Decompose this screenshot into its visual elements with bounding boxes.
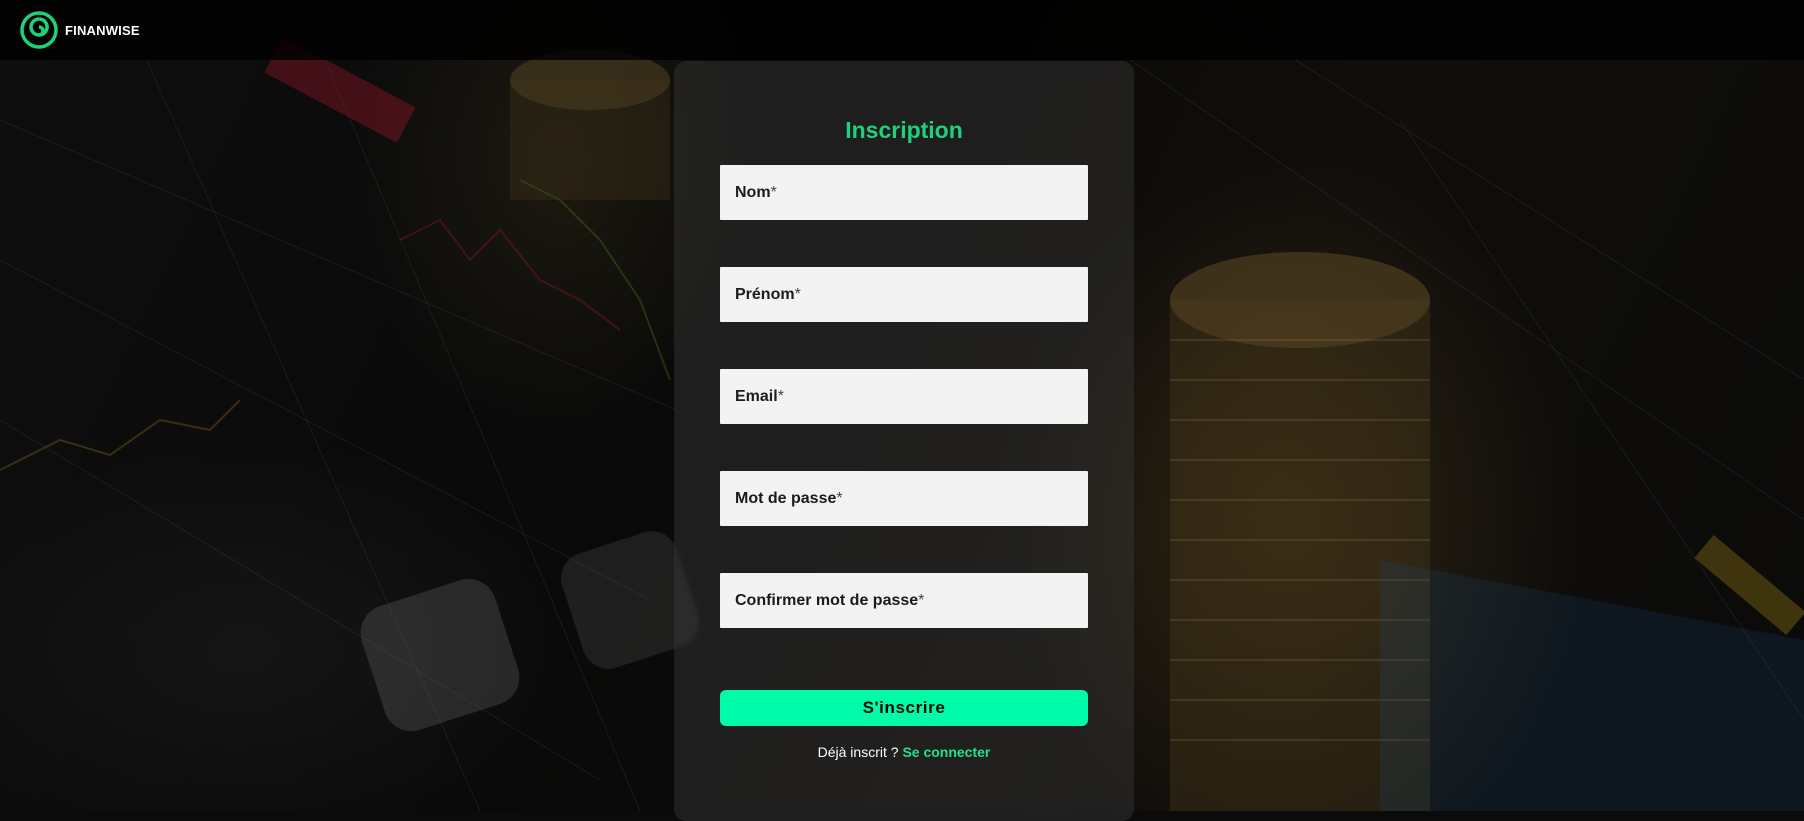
required-mark: *: [777, 387, 784, 405]
password-input[interactable]: Mot de passe*: [720, 471, 1088, 526]
login-prompt-line: Déjà inscrit ? Se connecter: [674, 744, 1134, 760]
login-link[interactable]: Se connecter: [902, 744, 990, 760]
signup-button[interactable]: S'inscrire: [720, 690, 1088, 726]
required-mark: *: [794, 285, 801, 303]
top-bar: FINANWISE: [0, 0, 1804, 60]
required-mark: *: [770, 183, 777, 201]
signup-card: Inscription Nom* Prénom* Email* Mot de p…: [674, 61, 1134, 821]
nom-input[interactable]: Nom*: [720, 165, 1088, 220]
confirm-password-input[interactable]: Confirmer mot de passe*: [720, 573, 1088, 628]
prenom-label: Prénom*: [735, 285, 801, 303]
finanwise-logo-icon: [20, 11, 58, 49]
email-input[interactable]: Email*: [720, 369, 1088, 424]
brand[interactable]: FINANWISE: [19, 10, 140, 50]
nom-label: Nom*: [735, 183, 777, 201]
prenom-input[interactable]: Prénom*: [720, 267, 1088, 322]
form-title: Inscription: [845, 117, 963, 143]
brand-name: FINANWISE: [65, 22, 140, 38]
password-label: Mot de passe*: [735, 489, 843, 507]
required-mark: *: [918, 591, 925, 609]
required-mark: *: [836, 489, 843, 507]
email-label: Email*: [735, 387, 784, 405]
confirm-password-label: Confirmer mot de passe*: [735, 591, 925, 609]
login-prompt: Déjà inscrit ?: [817, 744, 899, 760]
